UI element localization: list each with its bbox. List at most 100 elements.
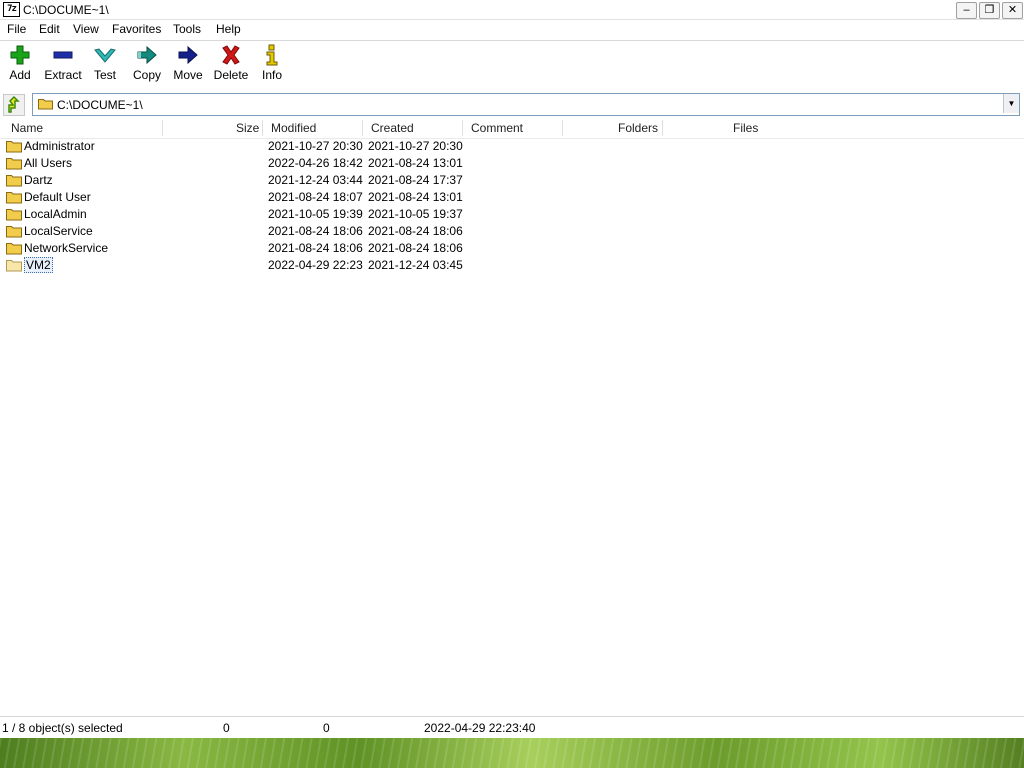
restore-button[interactable]: ❐ [979, 2, 1000, 19]
add-button[interactable]: Add [6, 44, 34, 89]
address-path: C:\DOCUME~1\ [57, 98, 143, 112]
file-name: LocalAdmin [24, 207, 87, 221]
desktop-wallpaper [0, 738, 1024, 768]
table-row[interactable]: NetworkService 2021-08-24 18:06 2021-08-… [0, 240, 1024, 257]
status-size: 0 [223, 721, 230, 735]
move-label: Move [173, 68, 203, 82]
menu-edit[interactable]: Edit [39, 22, 60, 36]
add-label: Add [9, 68, 31, 82]
folder-icon [6, 226, 22, 238]
column-divider[interactable] [662, 120, 663, 136]
test-button[interactable]: Test [90, 44, 120, 89]
column-divider[interactable] [562, 120, 563, 136]
status-packed-size: 0 [323, 721, 330, 735]
column-name[interactable]: Name [11, 121, 43, 135]
menu-file[interactable]: File [7, 22, 26, 36]
chevron-down-icon: ▼ [1007, 99, 1016, 108]
info-button[interactable]: Info [259, 44, 285, 89]
info-icon [266, 44, 278, 66]
table-row[interactable]: Default User 2021-08-24 18:07 2021-08-24… [0, 189, 1024, 206]
created-date: 2021-08-24 18:06 [368, 224, 463, 238]
folder-icon [6, 192, 22, 204]
window-title: C:\DOCUME~1\ [23, 3, 109, 17]
column-files[interactable]: Files [733, 121, 758, 135]
column-divider[interactable] [362, 120, 363, 136]
column-divider[interactable] [262, 120, 263, 136]
delete-button[interactable]: Delete [213, 44, 249, 89]
extract-icon [53, 51, 73, 59]
folder-icon [6, 209, 22, 221]
created-date: 2021-08-24 13:01 [368, 156, 463, 170]
copy-label: Copy [132, 68, 161, 82]
file-name: LocalService [24, 224, 93, 238]
folder-icon [6, 175, 22, 187]
file-name: Administrator [24, 139, 95, 153]
menu-bar: File Edit View Favorites Tools Help [0, 20, 1024, 41]
table-row[interactable]: Administrator 2021-10-27 20:30 2021-10-2… [0, 138, 1024, 155]
menu-view[interactable]: View [73, 22, 99, 36]
status-bar: 1 / 8 object(s) selected 0 0 2022-04-29 … [0, 716, 1024, 738]
modified-date: 2022-04-29 22:23 [268, 258, 363, 272]
status-selection: 1 / 8 object(s) selected [2, 721, 123, 735]
address-bar: C:\DOCUME~1\ ▼ [0, 92, 1024, 117]
modified-date: 2021-08-24 18:06 [268, 241, 363, 255]
menu-tools[interactable]: Tools [173, 22, 201, 36]
file-name: Default User [24, 190, 91, 204]
list-header: Name Size Modified Created Comment Folde… [0, 118, 1024, 139]
move-icon [178, 45, 198, 65]
modified-date: 2021-10-27 20:30 [268, 139, 363, 153]
column-modified[interactable]: Modified [271, 121, 316, 135]
7zip-app-icon[interactable]: 7z [3, 2, 20, 17]
up-folder-button[interactable] [3, 94, 25, 116]
column-created[interactable]: Created [371, 121, 414, 135]
folder-icon [6, 158, 22, 170]
address-combobox[interactable]: C:\DOCUME~1\ ▼ [32, 93, 1020, 116]
close-button[interactable]: ✕ [1002, 2, 1023, 19]
column-comment[interactable]: Comment [471, 121, 523, 135]
folder-icon [6, 243, 22, 255]
created-date: 2021-10-27 20:30 [368, 139, 463, 153]
created-date: 2021-12-24 03:45 [368, 258, 463, 272]
info-label: Info [261, 68, 282, 82]
created-date: 2021-08-24 17:37 [368, 173, 463, 187]
menu-favorites[interactable]: Favorites [112, 22, 161, 36]
test-icon [94, 48, 116, 63]
column-divider[interactable] [462, 120, 463, 136]
folder-icon [6, 260, 22, 272]
created-date: 2021-08-24 18:06 [368, 241, 463, 255]
table-row[interactable]: Dartz 2021-12-24 03:44 2021-08-24 17:37 [0, 172, 1024, 189]
extract-label: Extract [44, 68, 82, 82]
status-modified: 2022-04-29 22:23:40 [424, 721, 536, 735]
created-date: 2021-08-24 13:01 [368, 190, 463, 204]
extract-button[interactable]: Extract [44, 44, 82, 89]
test-label: Test [93, 68, 116, 82]
copy-button[interactable]: Copy [131, 44, 163, 89]
file-name: Dartz [24, 173, 53, 187]
address-dropdown-button[interactable]: ▼ [1003, 94, 1019, 113]
table-row[interactable]: LocalService 2021-08-24 18:06 2021-08-24… [0, 223, 1024, 240]
folder-icon [38, 99, 53, 110]
modified-date: 2021-08-24 18:07 [268, 190, 363, 204]
delete-label: Delete [213, 68, 249, 82]
file-list[interactable]: Name Size Modified Created Comment Folde… [0, 118, 1024, 714]
table-row[interactable]: LocalAdmin 2021-10-05 19:39 2021-10-05 1… [0, 206, 1024, 223]
menu-help[interactable]: Help [216, 22, 241, 36]
modified-date: 2021-12-24 03:44 [268, 173, 363, 187]
modified-date: 2022-04-26 18:42 [268, 156, 363, 170]
move-button[interactable]: Move [172, 44, 204, 89]
up-arrow-icon [8, 95, 20, 113]
file-name: NetworkService [24, 241, 109, 255]
copy-icon [137, 45, 157, 65]
column-divider[interactable] [162, 120, 163, 136]
add-icon [10, 45, 30, 65]
minimize-button[interactable]: – [956, 2, 977, 19]
created-date: 2021-10-05 19:37 [368, 207, 463, 221]
7zip-file-manager-window: 7z C:\DOCUME~1\ – ❐ ✕ File Edit View Fav… [0, 0, 1024, 738]
folder-icon [6, 141, 22, 153]
table-row-selected[interactable]: VM2 2022-04-29 22:23 2021-12-24 03:45 [0, 257, 1024, 274]
column-size[interactable]: Size [236, 121, 259, 135]
column-folders[interactable]: Folders [618, 121, 658, 135]
modified-date: 2021-10-05 19:39 [268, 207, 363, 221]
table-row[interactable]: All Users 2022-04-26 18:42 2021-08-24 13… [0, 155, 1024, 172]
delete-icon [222, 45, 240, 65]
